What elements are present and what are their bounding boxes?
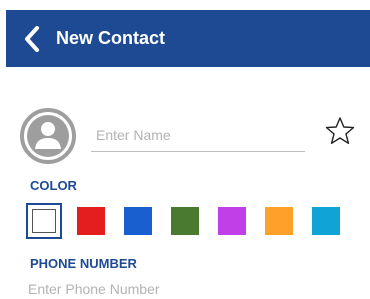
color-swatch-red[interactable] — [77, 207, 105, 235]
back-button[interactable] — [12, 10, 52, 67]
color-swatch-white[interactable] — [26, 203, 62, 239]
contact-avatar[interactable] — [20, 108, 76, 164]
color-swatch-orange[interactable] — [265, 207, 293, 235]
chevron-left-icon — [25, 25, 39, 52]
person-avatar-icon — [20, 108, 76, 164]
phone-section-label: PHONE NUMBER — [30, 256, 137, 271]
color-swatch-green[interactable] — [171, 207, 199, 235]
color-swatch-blue[interactable] — [124, 207, 152, 235]
color-swatch-group — [26, 203, 359, 239]
star-outline-icon — [325, 117, 355, 144]
phone-number-input[interactable] — [28, 279, 358, 299]
color-swatch-purple[interactable] — [218, 207, 246, 235]
favorite-button[interactable] — [325, 116, 355, 146]
name-input[interactable] — [91, 118, 305, 152]
app-header: New Contact — [6, 10, 370, 67]
color-section-label: COLOR — [30, 178, 77, 193]
color-swatch-cyan[interactable] — [312, 207, 340, 235]
page-title: New Contact — [56, 28, 166, 48]
